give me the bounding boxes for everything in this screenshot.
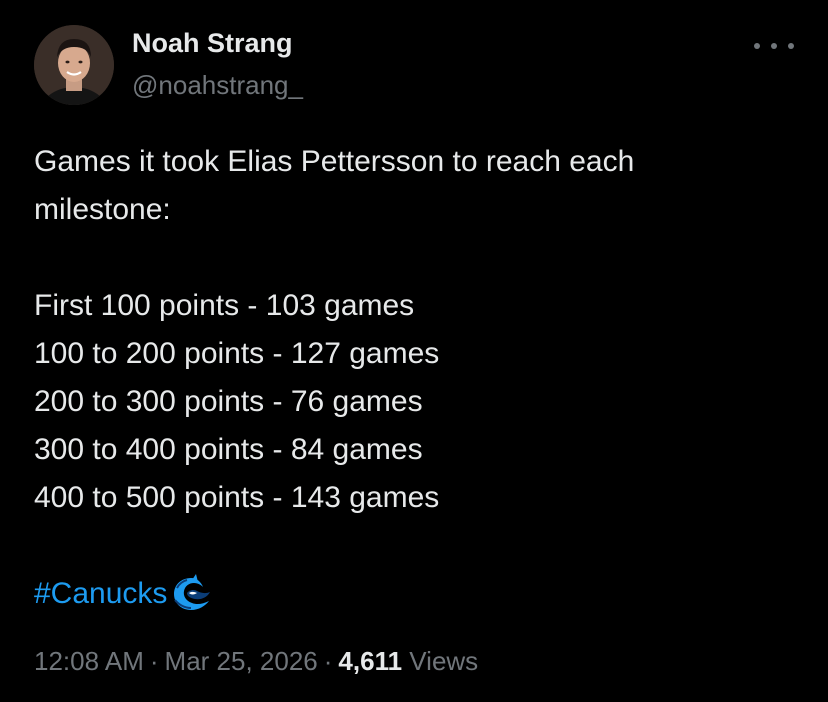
canucks-orca-icon	[174, 574, 211, 610]
tweet-time[interactable]: 12:08 AM	[34, 646, 144, 676]
milestone-line: 400 to 500 points - 143 games	[34, 481, 440, 514]
milestone-line: First 100 points - 103 games	[34, 289, 415, 322]
more-dot-icon	[788, 43, 794, 49]
views-count[interactable]: 4,611	[338, 646, 402, 676]
more-options-button[interactable]	[754, 34, 794, 58]
tweet-meta: 12:08 AM · Mar 25, 2026 · 4,611 Views	[34, 646, 478, 677]
display-name[interactable]: Noah Strang	[132, 28, 293, 59]
more-dot-icon	[754, 43, 760, 49]
milestone-line: 100 to 200 points - 127 games	[34, 337, 440, 370]
meta-separator: ·	[323, 646, 333, 676]
tweet-text: Games it took Elias Pettersson to reach …	[34, 138, 794, 618]
tweet-intro-line: milestone:	[34, 193, 171, 226]
tweet-date[interactable]: Mar 25, 2026	[165, 646, 318, 676]
views-label[interactable]: Views	[409, 646, 478, 676]
avatar-photo-icon	[34, 25, 114, 105]
milestone-line: 200 to 300 points - 76 games	[34, 385, 423, 418]
hashtag-row: #Canucks	[34, 570, 794, 618]
avatar[interactable]	[34, 25, 114, 105]
more-dot-icon	[771, 43, 777, 49]
tweet-card: Noah Strang @noahstrang_ Games it took E…	[0, 0, 828, 702]
meta-separator: ·	[149, 646, 159, 676]
user-handle[interactable]: @noahstrang_	[132, 70, 303, 101]
milestone-line: 300 to 400 points - 84 games	[34, 433, 423, 466]
hashtag-link[interactable]: #Canucks	[34, 570, 167, 618]
tweet-intro-line: Games it took Elias Pettersson to reach …	[34, 145, 635, 178]
